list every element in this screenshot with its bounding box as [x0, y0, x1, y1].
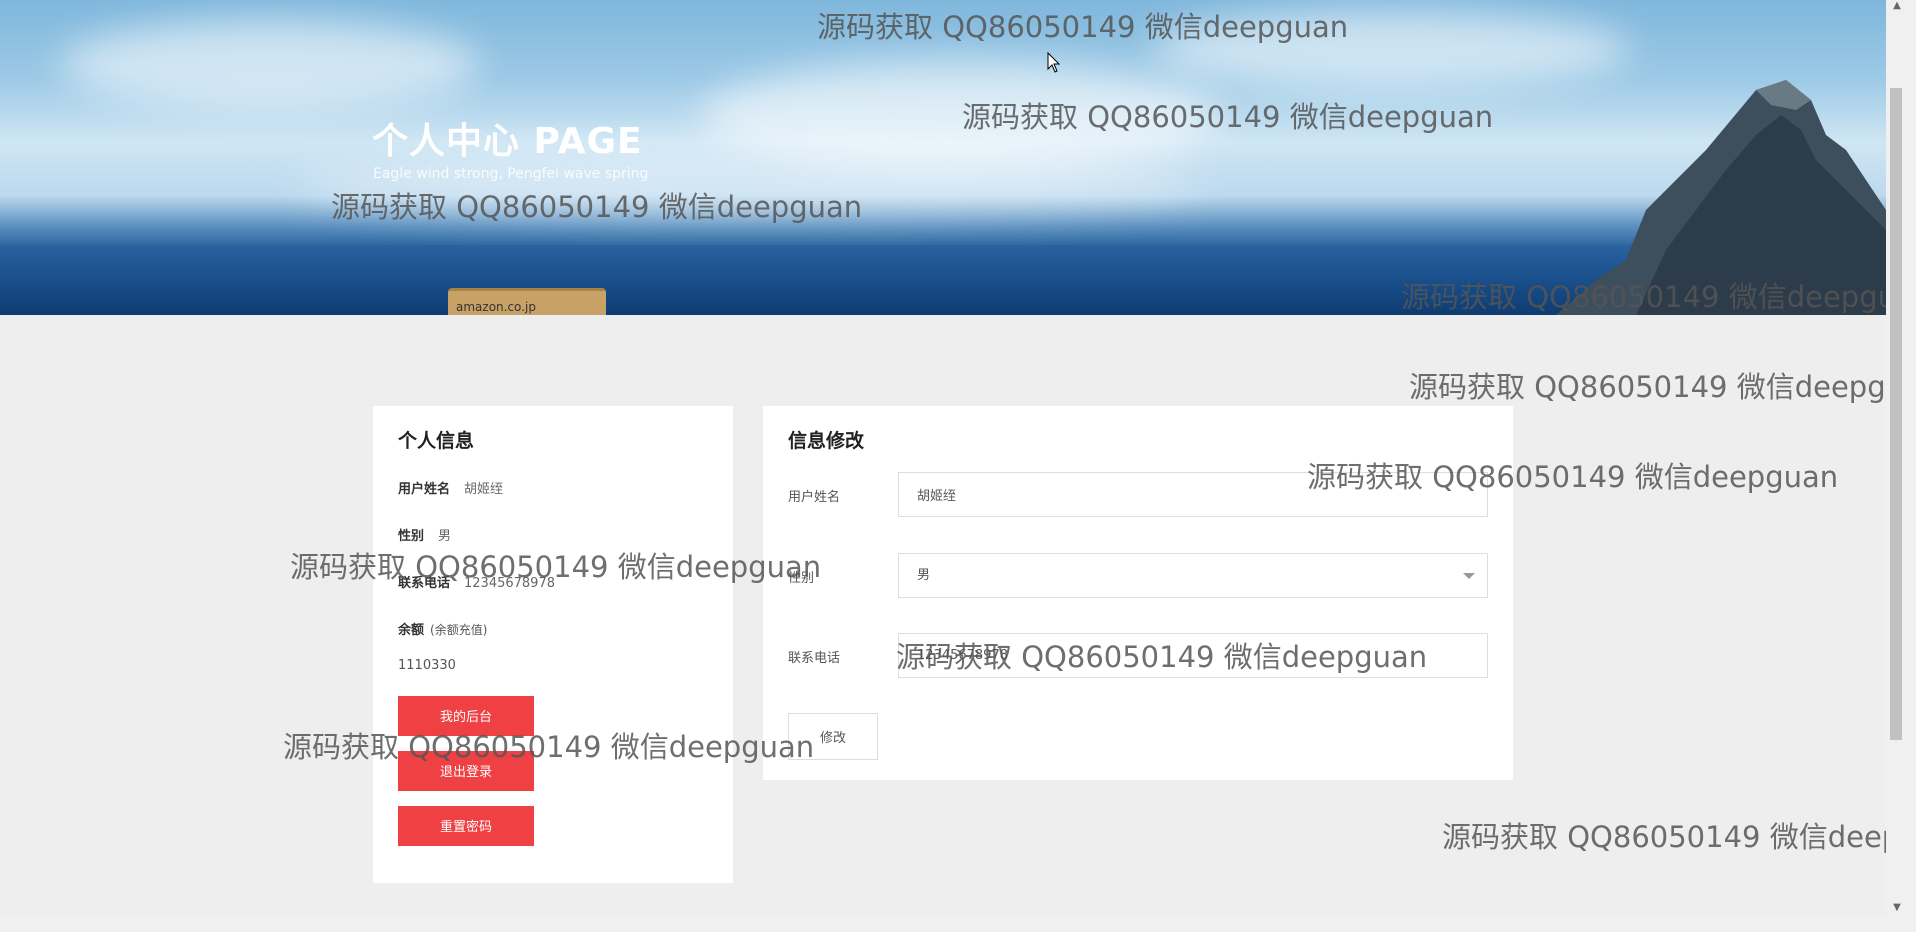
package-label: amazon.co.jp [456, 300, 536, 314]
profile-card: 个人信息 用户姓名 胡姬绖 性别男 联系电话 12345678978 余额 (余额充值… [373, 406, 733, 883]
banner-subtitle: Eagle wind strong, Pengfei wave spring [373, 166, 649, 182]
submit-edit-button[interactable]: 修改 [788, 713, 878, 760]
profile-balance-value: 1110330 [398, 658, 456, 673]
scrollbar-thumb[interactable] [1890, 88, 1902, 740]
watermark: 源码获取 QQ86050149 微信deepguan [1442, 820, 1916, 854]
profile-balance-label: 余额 [398, 623, 425, 638]
horizontal-scrollbar[interactable] [0, 916, 1886, 932]
profile-phone-row: 联系电话 12345678978 [398, 572, 555, 591]
profile-gender-row: 性别男 [398, 525, 451, 544]
profile-balance-row: 余额 (余额充值) [398, 619, 487, 638]
chevron-down-icon [1463, 573, 1475, 579]
profile-name-label: 用户姓名 [398, 482, 451, 497]
header-banner: 个人中心 PAGE Eagle wind strong, Pengfei wav… [0, 0, 1886, 315]
cliff-graphic [1556, 80, 1886, 315]
package-image: amazon.co.jp [448, 288, 606, 315]
cloud [60, 20, 480, 110]
edit-heading: 信息修改 [788, 430, 865, 452]
my-backend-button[interactable]: 我的后台 [398, 696, 534, 736]
profile-heading: 个人信息 [398, 430, 475, 452]
name-input-wrapper [898, 472, 1488, 517]
scroll-up-icon[interactable]: ▲ [1890, 0, 1904, 14]
name-input[interactable] [917, 473, 1469, 516]
banner-title: 个人中心 PAGE [372, 121, 643, 162]
edit-phone-label: 联系电话 [788, 651, 841, 666]
logout-button[interactable]: 退出登录 [398, 751, 534, 791]
profile-name-value: 胡姬绖 [464, 482, 504, 497]
gender-select[interactable]: 男 [898, 553, 1488, 598]
phone-input-wrapper [898, 633, 1488, 678]
scroll-down-icon[interactable]: ▼ [1890, 902, 1904, 916]
profile-name-row: 用户姓名 胡姬绖 [398, 478, 503, 497]
watermark: 源码获取 QQ86050149 微信deepguan [1409, 370, 1916, 404]
profile-phone-value: 12345678978 [464, 576, 555, 591]
phone-input[interactable] [917, 634, 1469, 677]
edit-gender-label: 性别 [788, 571, 815, 586]
mouse-cursor-icon [1047, 52, 1061, 73]
profile-phone-label: 联系电话 [398, 576, 451, 591]
edit-info-card: 信息修改 用户姓名 性别 男 联系电话 修改 [763, 406, 1513, 780]
profile-gender-label: 性别 [398, 529, 425, 544]
gender-select-value: 男 [917, 568, 931, 583]
reset-password-button[interactable]: 重置密码 [398, 806, 534, 846]
profile-gender-value: 男 [438, 529, 452, 544]
edit-name-label: 用户姓名 [788, 490, 841, 505]
recharge-link[interactable]: (余额充值) [430, 623, 487, 637]
